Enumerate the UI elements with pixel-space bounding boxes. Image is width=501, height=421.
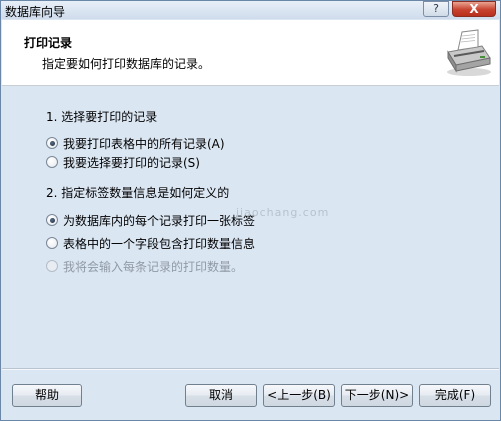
radio-button[interactable] [46, 214, 58, 226]
printer-icon [447, 29, 491, 76]
page-subtitle: 指定要如何打印数据库的记录。 [42, 57, 211, 71]
section-records-title: 1. 选择要打印的记录 [46, 110, 158, 124]
radio-label: 表格中的一个字段包含打印数量信息 [63, 236, 256, 251]
radio-label: 我将会输入每条记录的打印数量。 [63, 259, 244, 274]
radio-button[interactable] [46, 237, 58, 249]
radio-button[interactable] [46, 137, 58, 149]
wizard-window: 数据库向导 ? X 打印记录 指定要如何打印数据库的记录。 1. 选择要打印的记… [0, 0, 501, 421]
back-button[interactable]: <上一步(B) [263, 384, 335, 407]
close-icon[interactable]: X [452, 1, 496, 17]
divider [2, 368, 499, 370]
radio-select-records[interactable]: 我要选择要打印的记录(S) [46, 154, 200, 170]
wizard-body: 1. 选择要打印的记录 我要打印表格中的所有记录(A) 我要选择要打印的记录(S… [2, 86, 499, 368]
radio-one-label-per-record[interactable]: 为数据库内的每个记录打印一张标签 [46, 212, 255, 228]
title-bar: 数据库向导 ? X [1, 1, 500, 19]
radio-print-all-records[interactable]: 我要打印表格中的所有记录(A) [46, 135, 225, 151]
help-button[interactable]: 帮助 [12, 384, 82, 407]
radio-enter-quantity-per-record: 我将会输入每条记录的打印数量。 [46, 258, 243, 274]
radio-button [46, 260, 58, 272]
radio-label: 我要选择要打印的记录(S) [63, 155, 200, 170]
radio-button[interactable] [46, 156, 58, 168]
finish-button[interactable]: 完成(F) [419, 384, 491, 407]
watermark: jiaochang.com [236, 206, 330, 219]
radio-label: 我要打印表格中的所有记录(A) [63, 136, 225, 151]
radio-field-contains-quantity[interactable]: 表格中的一个字段包含打印数量信息 [46, 235, 255, 251]
wizard-header: 打印记录 指定要如何打印数据库的记录。 [2, 20, 499, 86]
section-quantity-title: 2. 指定标签数量信息是如何定义的 [46, 186, 230, 200]
cancel-button[interactable]: 取消 [185, 384, 257, 407]
window-title: 数据库向导 [5, 5, 66, 19]
help-icon[interactable]: ? [423, 1, 449, 17]
next-button[interactable]: 下一步(N)> [341, 384, 413, 407]
radio-label: 为数据库内的每个记录打印一张标签 [63, 213, 256, 228]
page-title: 打印记录 [24, 36, 73, 50]
